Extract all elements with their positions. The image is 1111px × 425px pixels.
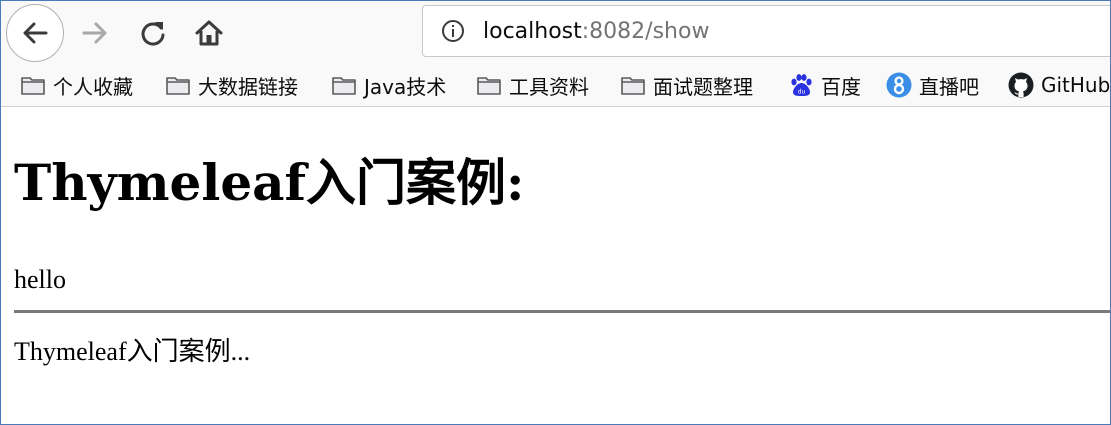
- bookmark-label: 大数据链接: [198, 74, 298, 99]
- folder-icon: [21, 77, 45, 95]
- bookmark-github[interactable]: GitHub: [1007, 70, 1110, 100]
- back-button[interactable]: [6, 4, 64, 62]
- info-icon[interactable]: [441, 19, 465, 43]
- github-icon: [1008, 72, 1034, 98]
- bookmark-folder[interactable]: Java技术: [330, 70, 446, 100]
- arrow-left-icon: [23, 22, 48, 44]
- bookmark-label: GitHub: [1041, 73, 1111, 97]
- folder-icon: [166, 77, 190, 95]
- baidu-icon: du: [791, 74, 812, 96]
- bookmark-label: 面试题整理: [653, 74, 753, 99]
- page-content: Thymeleaf入门案例: hello Thymeleaf入门案例...: [1, 107, 1110, 424]
- bookmark-folder[interactable]: 大数据链接: [164, 70, 298, 100]
- folder-icon: [332, 77, 356, 95]
- bookmark-folder[interactable]: 面试题整理: [619, 70, 753, 100]
- folder-icon: [477, 77, 501, 95]
- arrow-right-icon: [82, 22, 107, 44]
- footer-text: Thymeleaf入门案例...: [14, 337, 251, 366]
- reload-button[interactable]: [133, 15, 173, 51]
- url-path: :8082/show: [581, 19, 710, 44]
- message-text: hello: [14, 265, 66, 294]
- bookmark-label: 个人收藏: [53, 74, 133, 99]
- url-host: localhost: [483, 19, 582, 44]
- bookmark-label: Java技术: [364, 74, 447, 99]
- address-bar[interactable]: localhost:8082/show: [422, 5, 1110, 57]
- bookmark-label: 工具资料: [509, 74, 589, 99]
- bookmark-baidu[interactable]: du 百度: [787, 70, 861, 100]
- bookmark-zhibo8[interactable]: 直播吧: [885, 70, 979, 100]
- bookmark-folder[interactable]: 个人收藏: [19, 70, 133, 100]
- bookmark-label: 直播吧: [919, 74, 979, 99]
- navigation-toolbar: localhost:8082/show: [1, 1, 1110, 65]
- forward-button[interactable]: [75, 15, 115, 51]
- browser-window: localhost:8082/show 个人收藏 大数据链接 Java技术 工具…: [0, 0, 1111, 425]
- home-icon: [195, 20, 223, 46]
- folder-icon: [621, 77, 645, 95]
- horizontal-rule: [14, 310, 1110, 313]
- svg-text:du: du: [798, 89, 806, 96]
- url-text[interactable]: localhost:8082/show: [483, 18, 709, 46]
- bookmarks-toolbar: 个人收藏 大数据链接 Java技术 工具资料 面试题整理 du 百度 直播吧 G…: [1, 65, 1110, 107]
- bookmark-folder[interactable]: 工具资料: [475, 70, 589, 100]
- bookmark-label: 百度: [821, 74, 861, 99]
- page-title: Thymeleaf入门案例:: [14, 153, 525, 212]
- home-button[interactable]: [189, 13, 229, 53]
- reload-icon: [141, 22, 165, 46]
- zhibo8-icon: [886, 72, 912, 98]
